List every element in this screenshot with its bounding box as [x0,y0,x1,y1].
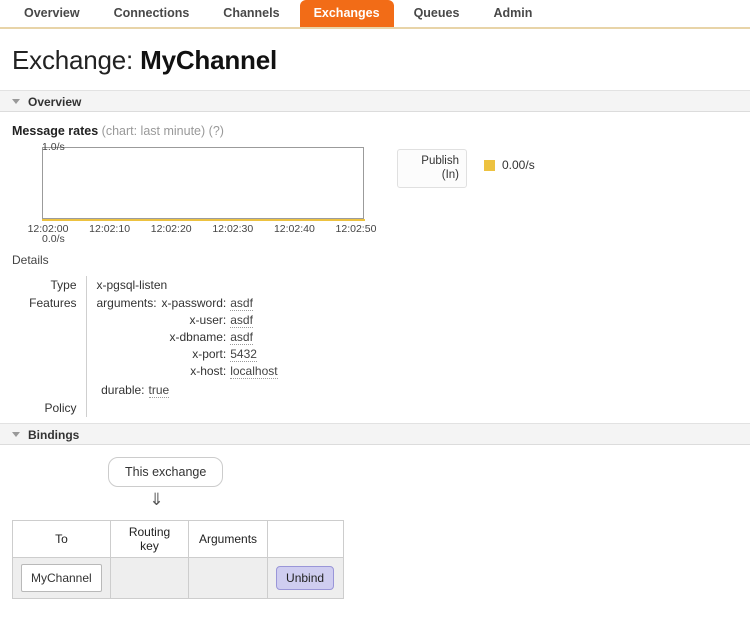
arguments-spacer [97,330,162,347]
durable-key: durable: [101,383,145,397]
argument-value-x-password: asdf [230,296,253,311]
main-navigation: Overview Connections Channels Exchanges Queu… [0,0,750,27]
cell-routing-key [110,557,189,599]
cell-actions: Unbind [267,557,345,599]
arguments-spacer [97,364,162,381]
feature-durable: durable: true [97,381,278,398]
argument-row: x-user: asdf [97,313,278,330]
nav-tab-overview[interactable]: Overview [10,0,94,27]
details-table: Type x-pgsql-listen Features arguments: … [12,276,278,417]
legend-item-publish-in: 0.00/s [484,149,535,172]
chevron-down-icon [12,432,20,438]
cell-arguments [187,557,269,599]
chart-legend: Publish (In) 0.00/s [397,147,535,188]
argument-row: x-host: localhost [97,364,278,381]
nav-tab-connections[interactable]: Connections [100,0,204,27]
chart-xtick-2: 12:02:20 [150,223,192,235]
chart-xtick-3: 12:02:30 [212,223,254,235]
message-rates-label: Message rates [12,124,99,138]
argument-key-x-host: x-host: [190,364,227,378]
details-label-features: Features [12,294,87,399]
bindings-table: To Routing key Arguments MyChannel Unbin… [12,520,345,599]
page-title-exchange-name: MyChannel [140,45,277,75]
arguments-spacer [97,347,162,364]
nav-tab-admin[interactable]: Admin [479,0,546,27]
arrow-down-icon: ⇓ [149,490,164,509]
details-heading: Details [12,253,49,267]
page-title: Exchange: MyChannel [0,29,750,90]
section-header-overview-label: Overview [28,95,82,109]
nav-tab-channels[interactable]: Channels [209,0,293,27]
publish-in-line1: Publish [421,155,459,167]
column-header-routing-key: Routing key [110,520,189,558]
message-rates-subtitle: (chart: last minute) [101,124,206,138]
page-title-prefix: Exchange: [12,45,134,75]
argument-key-x-user: x-user: [189,313,227,327]
message-rates-title: Message rates (chart: last minute) (?) [12,124,750,138]
argument-key-x-password: x-password: [161,296,227,310]
bindings-table-header: To Routing key Arguments [12,520,345,558]
details-row-type: Type x-pgsql-listen [12,276,278,294]
section-header-overview[interactable]: Overview [0,90,750,112]
chart-x-axis: 12:02:00 12:02:10 12:02:20 12:02:30 12:0… [22,223,382,235]
message-rates-chart: 1.0/s 0.0/s 12:02:00 12:02:10 12:02:20 1… [12,141,377,245]
column-header-actions [267,520,345,558]
section-header-bindings[interactable]: Bindings [0,423,750,445]
table-row: MyChannel Unbind [12,557,345,599]
nav-tab-exchanges[interactable]: Exchanges [299,0,394,27]
message-rates-block: Message rates (chart: last minute) (?) 1… [0,112,750,245]
unbind-button[interactable]: Unbind [276,566,335,590]
chart-xtick-4: 12:02:40 [273,223,315,235]
legend-swatch-icon [484,159,495,171]
chevron-down-icon [12,99,20,105]
publish-in-line2: (In) [441,169,459,181]
publish-in-button[interactable]: Publish (In) [397,149,467,188]
durable-value: true [148,383,170,398]
chart-series-publish-in [42,219,365,221]
arguments-prefix: arguments: [96,296,157,310]
cell-to: MyChannel [12,557,111,599]
binding-target-link[interactable]: MyChannel [21,564,102,592]
details-label-type: Type [12,276,87,294]
this-exchange-node: This exchange [108,457,224,487]
help-link-icon[interactable]: (?) [209,124,224,138]
argument-key-x-port: x-port: [192,347,227,361]
features-arguments-grid: arguments: x-password: asdf x-user: asdf… [97,296,278,381]
section-header-bindings-label: Bindings [28,428,80,442]
chart-row: 1.0/s 0.0/s 12:02:00 12:02:10 12:02:20 1… [12,141,750,245]
argument-row: x-port: 5432 [97,347,278,364]
chart-xtick-1: 12:02:10 [89,223,131,235]
argument-value-x-user: asdf [230,313,253,328]
details-label-policy: Policy [12,399,87,417]
column-header-arguments: Arguments [187,520,269,558]
argument-row: arguments: x-password: asdf [97,296,278,313]
argument-key-x-dbname: x-dbname: [169,330,227,344]
bindings-diagram: This exchange ⇓ [0,445,750,511]
details-value-type: x-pgsql-listen [96,278,168,292]
legend-value-publish-in: 0.00/s [502,158,535,172]
chart-plot-area [42,147,364,219]
chart-xtick-0: 12:02:00 [27,223,69,235]
arguments-spacer [97,313,162,330]
column-header-to: To [12,520,111,558]
argument-value-x-port: 5432 [230,347,257,362]
argument-row: x-dbname: asdf [97,330,278,347]
argument-value-x-dbname: asdf [230,330,253,345]
chart-xtick-5: 12:02:50 [335,223,377,235]
nav-tab-queues[interactable]: Queues [400,0,474,27]
details-row-features: Features arguments: x-password: asdf x-u… [12,294,278,399]
details-row-policy: Policy [12,399,278,417]
details-block: Details Type x-pgsql-listen Features arg… [0,239,750,423]
argument-value-x-host: localhost [230,364,278,379]
